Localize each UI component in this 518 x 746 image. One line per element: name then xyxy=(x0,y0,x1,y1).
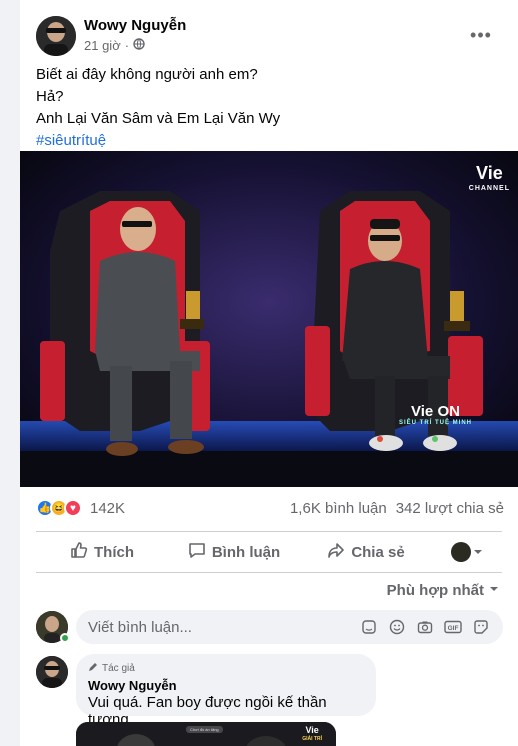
engagement-counts: 1,6K bình luận 342 lượt chia sẻ xyxy=(290,500,504,517)
comment-image-logo: Vie GIẢI TRÍ xyxy=(302,726,322,744)
hashtag-link[interactable]: #siêutrítuệ xyxy=(36,130,280,152)
camera-icon[interactable] xyxy=(415,617,435,637)
post-meta: 21 giờ · xyxy=(84,38,145,53)
post-card: Wowy Nguyễn 21 giờ · ••• Biết ai đây khô… xyxy=(20,0,518,746)
profile-avatar xyxy=(451,542,471,562)
video-frame xyxy=(20,151,518,487)
reaction-profile-selector[interactable] xyxy=(432,535,502,569)
emoji-icon[interactable] xyxy=(387,617,407,637)
sticker-icon[interactable] xyxy=(359,617,379,637)
comment-count[interactable]: 1,6K bình luận xyxy=(290,500,387,517)
comment-image-logo-text: Vie xyxy=(305,725,319,735)
comment-attached-image[interactable]: Chơi đồ án tặng Vie GIẢI TRÍ xyxy=(76,722,336,746)
channel-logo-text: Vie xyxy=(476,163,503,183)
post-line: Hả? xyxy=(36,88,64,105)
divider xyxy=(36,531,502,532)
divider xyxy=(36,572,502,573)
commenter-avatar[interactable] xyxy=(36,656,68,688)
chevron-down-icon xyxy=(473,544,483,561)
sort-label: Phù hợp nhất xyxy=(386,582,484,599)
comment-icon xyxy=(188,541,206,563)
comment-input[interactable] xyxy=(88,618,359,636)
channel-logo: Vie CHANNEL xyxy=(468,163,510,197)
post-line: Anh Lại Văn Sâm và Em Lại Văn Wy xyxy=(36,110,281,127)
post-line: Biết ai đây không người anh em? xyxy=(36,66,258,83)
comment-composer[interactable]: GIF xyxy=(76,610,503,644)
pencil-icon xyxy=(88,662,98,675)
meta-separator: · xyxy=(124,38,130,53)
love-icon: ♥ xyxy=(64,499,82,517)
sticker-face-icon[interactable] xyxy=(471,617,491,637)
comment-sort-dropdown[interactable]: Phù hợp nhất xyxy=(387,582,500,599)
share-count[interactable]: 342 lượt chia sẻ xyxy=(396,500,504,517)
show-logo-sub: SIÊU TRÍ TUỆ MINH xyxy=(398,420,472,426)
share-icon xyxy=(327,541,345,563)
thumbs-up-icon xyxy=(70,541,88,563)
svg-text:GIF: GIF xyxy=(448,625,459,632)
comment-bubble: Tác giả Wowy Nguyễn Vui quá. Fan boy đượ… xyxy=(76,654,376,728)
post-text: Biết ai đây không người anh em? Hả? Anh … xyxy=(36,64,280,152)
composer-tools: GIF xyxy=(359,617,491,637)
comment-label: Bình luận xyxy=(211,543,281,561)
share-label: Chia sẻ xyxy=(351,543,405,561)
like-button[interactable]: Thích xyxy=(36,535,168,569)
show-logo: Vie ON SIÊU TRÍ TUỆ MINH xyxy=(399,403,472,426)
author-badge-label: Tác giả xyxy=(102,663,135,674)
reaction-count: 142K xyxy=(90,499,126,517)
gif-icon[interactable]: GIF xyxy=(443,617,463,637)
post-time[interactable]: 21 giờ xyxy=(84,38,121,53)
share-button[interactable]: Chia sẻ xyxy=(300,535,432,569)
post-actions: Thích Bình luận Chia sẻ xyxy=(36,535,502,569)
show-logo-text: Vie ON xyxy=(411,403,460,420)
channel-logo-sub: CHANNEL xyxy=(468,185,510,192)
comment-image-logo-sub: GIẢI TRÍ xyxy=(302,736,322,742)
author-name[interactable]: Wowy Nguyễn xyxy=(84,17,186,34)
author-avatar[interactable] xyxy=(36,16,76,56)
online-status-dot xyxy=(60,633,70,643)
caret-down-icon xyxy=(488,582,500,599)
comment-image-caption: Chơi đồ án tặng xyxy=(186,726,223,733)
more-options-icon[interactable]: ••• xyxy=(466,20,496,50)
post-video[interactable]: Vie CHANNEL Vie ON SIÊU TRÍ TUỆ MINH xyxy=(20,151,518,487)
comment-author-name[interactable]: Wowy Nguyễn xyxy=(88,678,364,693)
like-label: Thích xyxy=(94,543,134,561)
reactions-summary[interactable]: 👍 😆 ♥ 142K xyxy=(36,499,125,517)
author-badge: Tác giả xyxy=(88,662,364,675)
comment-button[interactable]: Bình luận xyxy=(168,535,300,569)
globe-icon[interactable] xyxy=(133,38,145,53)
